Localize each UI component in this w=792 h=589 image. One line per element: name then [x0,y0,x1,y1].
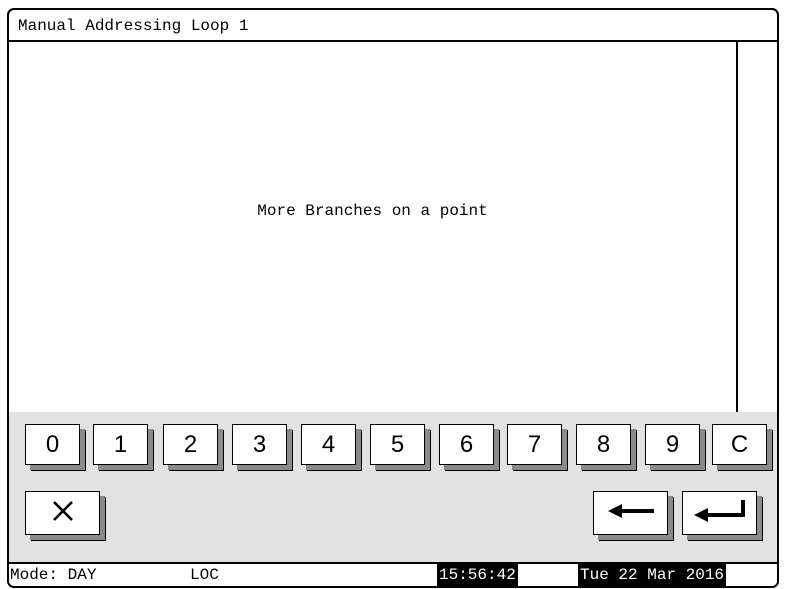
key-clear[interactable]: C [712,424,767,465]
backspace-button[interactable] [593,491,668,535]
enter-button[interactable] [682,491,757,535]
key-5[interactable]: 5 [370,424,425,465]
key-6[interactable]: 6 [439,424,494,465]
location-indicator: LOC [190,566,219,584]
arrow-left-icon [606,501,656,526]
key-4[interactable]: 4 [301,424,356,465]
device-screen: Manual Addressing Loop 1 More Branches o… [7,8,779,588]
key-0[interactable]: 0 [25,424,80,465]
enter-return-icon [692,497,748,530]
mode-indicator: Mode: DAY [10,566,97,584]
close-icon [51,499,75,528]
key-7[interactable]: 7 [507,424,562,465]
window-title: Manual Addressing Loop 1 [9,10,777,42]
key-8[interactable]: 8 [576,424,631,465]
status-message: More Branches on a point [257,202,488,220]
content-area: More Branches on a point [9,42,738,412]
key-9[interactable]: 9 [645,424,700,465]
key-3[interactable]: 3 [232,424,287,465]
key-1[interactable]: 1 [93,424,148,465]
clock-time: 15:56:42 [437,564,518,586]
status-bar: Mode: DAY LOC 15:56:42 Tue 22 Mar 2016 [9,562,777,586]
clock-date: Tue 22 Mar 2016 [578,564,727,586]
cancel-button[interactable] [25,491,100,535]
key-2[interactable]: 2 [163,424,218,465]
keypad: 0 1 2 3 4 5 6 7 8 9 C [9,412,777,562]
